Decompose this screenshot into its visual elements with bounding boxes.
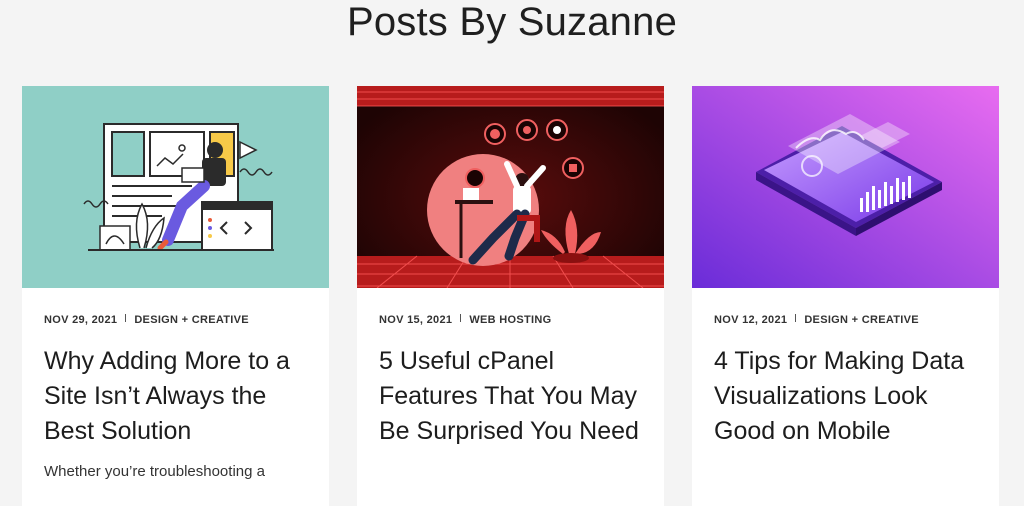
meta-separator [795,314,797,322]
post-thumbnail[interactable] [692,86,999,288]
post-title-link[interactable]: 4 Tips for Making Data Visualizations Lo… [714,344,989,449]
post-category-link[interactable]: DESIGN + CREATIVE [134,314,249,326]
post-title-link[interactable]: 5 Useful cPanel Features That You May Be… [379,344,654,449]
post-excerpt: Whether you’re troubleshooting a [44,463,265,480]
post-card[interactable]: NOV 29, 2021 DESIGN + CREATIVE Why Adding… [22,86,329,506]
web-designer-illustration-icon [22,86,329,288]
post-date: NOV 15, 2021 [379,314,453,326]
post-meta: NOV 15, 2021 WEB HOSTING [379,314,551,326]
post-category-link[interactable]: WEB HOSTING [469,314,551,326]
meta-separator [125,314,127,322]
post-thumbnail[interactable] [22,86,329,288]
post-card[interactable]: NOV 15, 2021 WEB HOSTING 5 Useful cPanel … [357,86,664,506]
post-date: NOV 29, 2021 [44,314,118,326]
mobile-data-visualization-illustration-icon [692,86,999,288]
post-date: NOV 12, 2021 [714,314,788,326]
post-meta: NOV 12, 2021 DESIGN + CREATIVE [714,314,919,326]
post-category-link[interactable]: DESIGN + CREATIVE [804,314,919,326]
page-title: Posts By Suzanne [346,0,678,44]
cpanel-user-illustration-icon [357,86,664,288]
post-meta: NOV 29, 2021 DESIGN + CREATIVE [44,314,249,326]
post-card[interactable]: NOV 12, 2021 DESIGN + CREATIVE 4 Tips for… [692,86,999,506]
post-thumbnail[interactable] [357,86,664,288]
post-title-link[interactable]: Why Adding More to a Site Isn’t Always t… [44,344,319,449]
meta-separator [460,314,462,322]
